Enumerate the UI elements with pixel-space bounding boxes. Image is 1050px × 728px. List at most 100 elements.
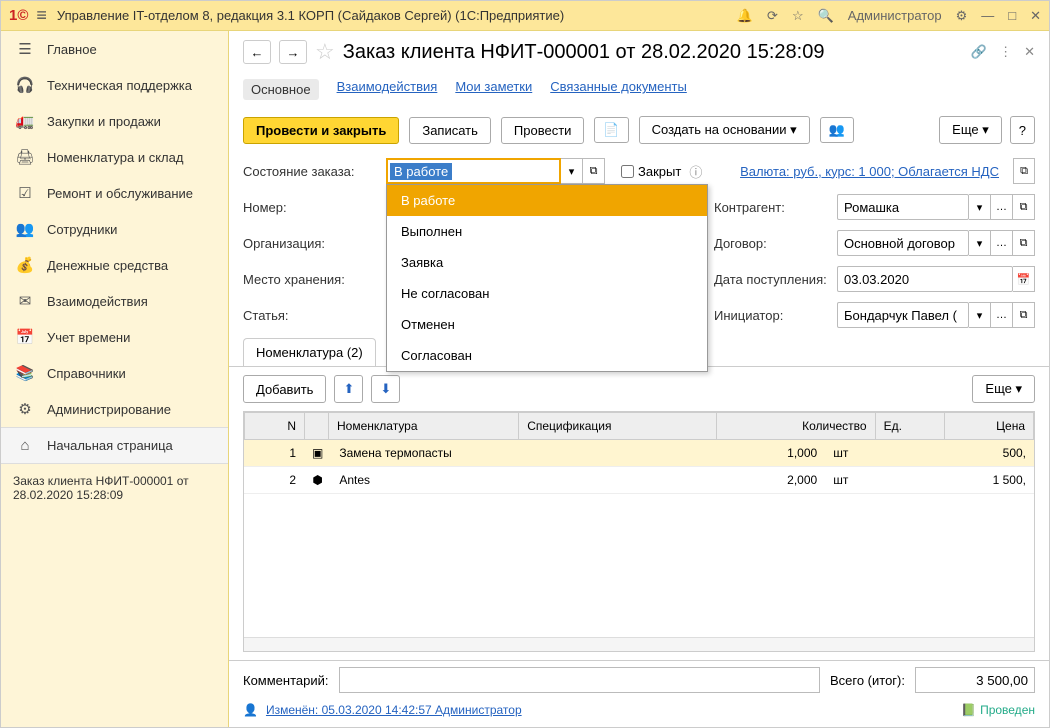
ellipsis-icon[interactable]: … xyxy=(991,194,1013,220)
comment-input[interactable] xyxy=(339,667,820,693)
check-icon: 📗 xyxy=(961,703,976,717)
org-label: Организация: xyxy=(243,236,378,251)
history-icon[interactable]: ⟳ xyxy=(767,8,778,24)
open-icon[interactable]: ⧉ xyxy=(1013,302,1035,328)
tab-notes[interactable]: Мои заметки xyxy=(455,79,532,100)
logo-1c: 1© xyxy=(9,7,28,24)
sidebar-item-0[interactable]: ☰Главное xyxy=(1,31,228,67)
dropdown-icon[interactable]: ▾ xyxy=(969,302,991,328)
open-icon[interactable]: ⧉ xyxy=(583,158,605,184)
close-icon[interactable]: ✕ xyxy=(1030,8,1041,24)
link-icon[interactable]: 🔗 xyxy=(971,44,987,60)
status-option[interactable]: Согласован xyxy=(387,340,707,371)
table-row[interactable]: 1▣Замена термопасты1,000шт500, xyxy=(244,440,1034,467)
bell-icon[interactable]: 🔔 xyxy=(737,8,753,24)
more-vert-icon[interactable]: ⋮ xyxy=(999,44,1012,60)
dropdown-icon[interactable]: ▾ xyxy=(969,230,991,256)
forward-button[interactable]: → xyxy=(279,40,307,64)
sidebar-item-2[interactable]: 🚛Закупки и продажи xyxy=(1,103,228,139)
user-label[interactable]: Администратор xyxy=(848,8,942,23)
status-option[interactable]: Заявка xyxy=(387,247,707,278)
users-button[interactable]: 👥 xyxy=(820,117,854,143)
sidebar-item-7[interactable]: ✉Взаимодействия xyxy=(1,283,228,319)
th-nom[interactable]: Номенклатура xyxy=(329,413,519,440)
move-up-button[interactable]: ⬆ xyxy=(334,375,363,403)
th-qty[interactable]: Количество xyxy=(716,413,875,440)
table-more-button[interactable]: Еще ▾ xyxy=(972,375,1035,403)
nav-icon: 🚛 xyxy=(15,112,35,130)
help-button[interactable]: ? xyxy=(1010,116,1035,144)
comment-label: Комментарий: xyxy=(243,673,329,688)
closed-checkbox[interactable] xyxy=(621,165,634,178)
ellipsis-icon[interactable]: … xyxy=(991,302,1013,328)
contract-field[interactable]: Основной договор xyxy=(837,230,969,256)
minimize-icon[interactable]: — xyxy=(981,8,994,23)
nav-icon: ⚙ xyxy=(15,400,35,418)
calendar-icon[interactable]: 📅 xyxy=(1013,266,1035,292)
sidebar-item-3[interactable]: 🖨Номенклатура и склад xyxy=(1,139,228,175)
dropdown-icon[interactable]: ▾ xyxy=(561,158,583,184)
table-row[interactable]: 2⬢Antes2,000шт1 500, xyxy=(244,467,1034,494)
subtab-nomenclature[interactable]: Номенклатура (2) xyxy=(243,338,376,366)
nav-icon: 👥 xyxy=(15,220,35,238)
dropdown-icon[interactable]: ▾ xyxy=(969,194,991,220)
currency-open-icon[interactable]: ⧉ xyxy=(1013,158,1035,184)
posted-status: 📗 Проведен xyxy=(961,703,1035,717)
sidebar-item-1[interactable]: 🎧Техническая поддержка xyxy=(1,67,228,103)
horizontal-scrollbar[interactable] xyxy=(244,637,1034,651)
move-down-button[interactable]: ⬇ xyxy=(371,375,400,403)
th-n[interactable]: N xyxy=(245,413,305,440)
total-input[interactable] xyxy=(915,667,1035,693)
number-label: Номер: xyxy=(243,200,378,215)
status-combo[interactable]: В работе ▾ ⧉ В работеВыполненЗаявкаНе со… xyxy=(386,158,605,184)
star-icon[interactable]: ☆ xyxy=(792,8,804,24)
report-button[interactable]: 📄 xyxy=(594,117,628,143)
home-icon: ⌂ xyxy=(15,437,35,454)
favorite-icon[interactable]: ☆ xyxy=(315,39,335,65)
tab-main[interactable]: Основное xyxy=(243,79,319,100)
th-unit[interactable]: Ед. xyxy=(875,413,944,440)
status-option[interactable]: Выполнен xyxy=(387,216,707,247)
nav-icon: 📅 xyxy=(15,328,35,346)
more-button[interactable]: Еще ▾ xyxy=(939,116,1002,144)
status-option[interactable]: В работе xyxy=(387,185,707,216)
contract-label: Договор: xyxy=(714,236,829,251)
sidebar-item-4[interactable]: ☑Ремонт и обслуживание xyxy=(1,175,228,211)
write-button[interactable]: Записать xyxy=(409,117,491,144)
main-menu-icon[interactable]: ≡ xyxy=(36,5,47,26)
nav-icon: 🎧 xyxy=(15,76,35,94)
back-button[interactable]: ← xyxy=(243,40,271,64)
add-button[interactable]: Добавить xyxy=(243,375,326,403)
status-option[interactable]: Не согласован xyxy=(387,278,707,309)
contragent-field[interactable]: Ромашка xyxy=(837,194,969,220)
initiator-field[interactable]: Бондарчук Павел ( xyxy=(837,302,969,328)
th-spec[interactable]: Спецификация xyxy=(519,413,717,440)
receipt-date-field[interactable]: 03.03.2020 xyxy=(837,266,1013,292)
settings-icon[interactable]: ⚙ xyxy=(956,8,968,24)
sidebar-item-6[interactable]: 💰Денежные средства xyxy=(1,247,228,283)
sidebar-item-9[interactable]: 📚Справочники xyxy=(1,355,228,391)
modified-link[interactable]: Изменён: 05.03.2020 14:42:57 Администрат… xyxy=(266,703,522,717)
open-icon[interactable]: ⧉ xyxy=(1013,194,1035,220)
maximize-icon[interactable]: □ xyxy=(1008,8,1016,23)
search-icon[interactable]: 🔍 xyxy=(818,8,834,24)
breadcrumb[interactable]: Заказ клиента НФИТ-000001 от 28.02.2020 … xyxy=(1,464,228,512)
ellipsis-icon[interactable]: … xyxy=(991,230,1013,256)
sidebar-item-8[interactable]: 📅Учет времени xyxy=(1,319,228,355)
tab-interactions[interactable]: Взаимодействия xyxy=(337,79,438,100)
info-icon[interactable]: ⓘ xyxy=(689,162,702,181)
currency-link[interactable]: Валюта: руб., курс: 1 000; Облагается НД… xyxy=(740,164,999,179)
table-container: N Номенклатура Спецификация Количество Е… xyxy=(243,411,1035,652)
close-doc-icon[interactable]: ✕ xyxy=(1024,44,1035,60)
status-option[interactable]: Отменен xyxy=(387,309,707,340)
sidebar-item-5[interactable]: 👥Сотрудники xyxy=(1,211,228,247)
create-based-button[interactable]: Создать на основании ▾ xyxy=(639,116,810,144)
th-price[interactable]: Цена xyxy=(944,413,1034,440)
open-icon[interactable]: ⧉ xyxy=(1013,230,1035,256)
save-close-button[interactable]: Провести и закрыть xyxy=(243,117,399,144)
tab-related[interactable]: Связанные документы xyxy=(550,79,687,100)
post-button[interactable]: Провести xyxy=(501,117,585,144)
sidebar-item-10[interactable]: ⚙Администрирование xyxy=(1,391,228,427)
home-row[interactable]: ⌂ Начальная страница xyxy=(1,427,228,464)
total-label: Всего (итог): xyxy=(830,673,905,688)
